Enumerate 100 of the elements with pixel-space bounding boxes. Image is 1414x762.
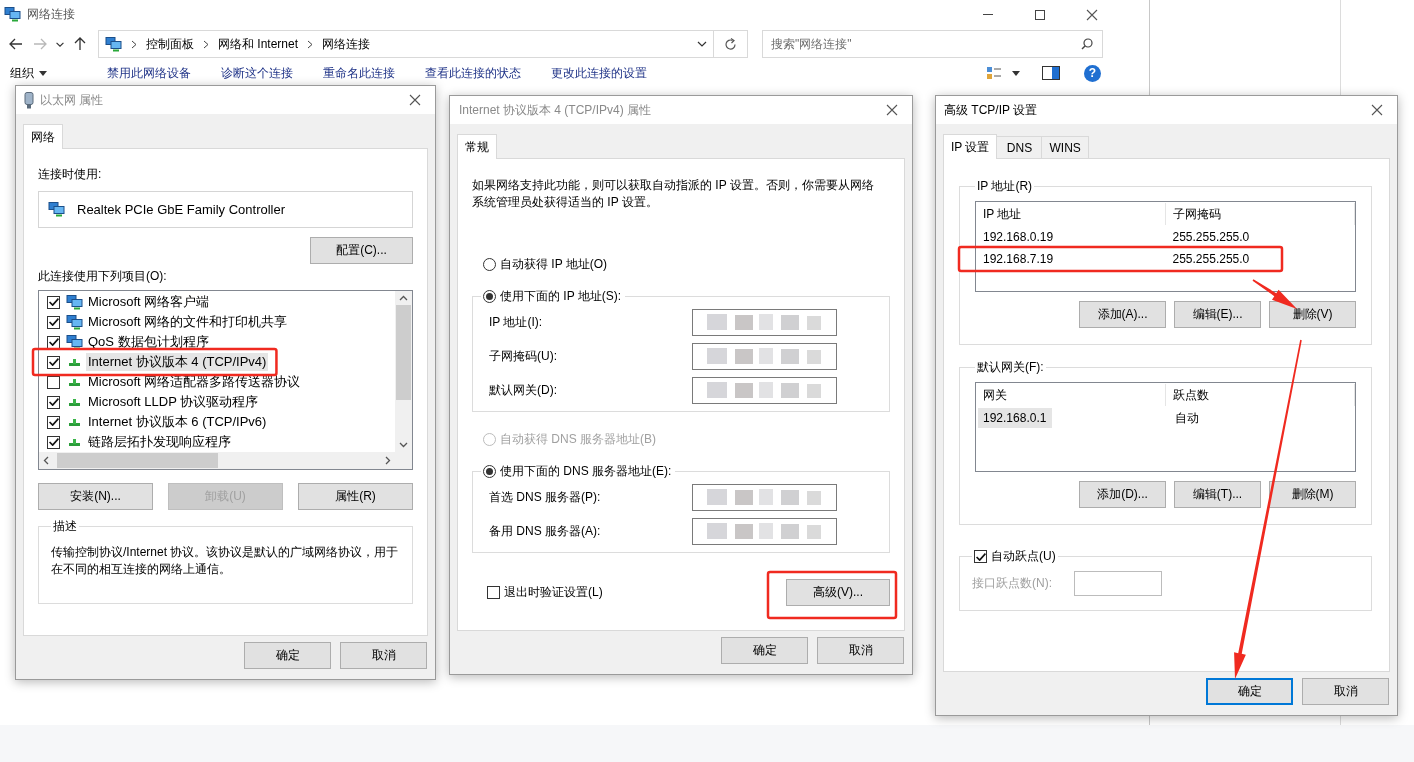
address-bar[interactable]: 控制面板 网络和 Internet 网络连接 <box>98 30 714 58</box>
checkbox[interactable] <box>487 586 500 599</box>
back-arrow-icon <box>9 38 23 50</box>
breadcrumb-separator-icon <box>307 39 314 49</box>
dialog-button[interactable]: 取消 <box>340 642 427 669</box>
checkmark-icon <box>48 418 59 426</box>
toolbar-menu[interactable]: 组织 <box>2 64 55 82</box>
checkbox[interactable] <box>47 435 60 449</box>
ip-address-field[interactable] <box>692 376 837 404</box>
checkbox[interactable] <box>47 335 60 349</box>
dialog-title: Internet 协议版本 4 (TCP/IPv4) 属性 <box>459 101 652 119</box>
horizontal-scrollbar[interactable] <box>39 452 395 469</box>
field-label: 子网掩码(U): <box>489 347 557 365</box>
breadcrumb-separator-icon <box>203 39 209 49</box>
action-button[interactable]: 属性(R) <box>298 483 413 510</box>
action-button[interactable]: 添加(D)... <box>1079 481 1166 508</box>
table-cell-text: 255.255.255.0 <box>1171 251 1251 268</box>
ip-address-field[interactable] <box>692 342 837 370</box>
search-icon <box>1081 38 1093 50</box>
action-button[interactable]: 编辑(E)... <box>1174 301 1261 328</box>
toolbar-button[interactable]: 禁用此网络设备 <box>99 64 199 82</box>
toolbar-button[interactable]: 诊断这个连接 <box>213 64 301 82</box>
column-header[interactable]: IP 地址 <box>976 203 1166 225</box>
ip-address-field[interactable] <box>692 517 837 545</box>
checkbox[interactable] <box>47 295 60 309</box>
breadcrumb[interactable]: 控制面板 <box>146 35 194 53</box>
dialog-button[interactable]: 取消 <box>817 637 904 664</box>
dialog-button[interactable]: 取消 <box>1302 678 1389 705</box>
view-options-icon[interactable] <box>986 66 1002 80</box>
checkbox[interactable] <box>47 315 60 329</box>
checkmark-icon <box>975 552 986 561</box>
ip-address-field[interactable] <box>692 308 837 336</box>
field-label: 默认网关(D): <box>489 381 557 399</box>
list-item[interactable]: Microsoft 网络适配器多路传送器协议 <box>86 373 303 391</box>
table-cell-text: 192.168.0.19 <box>982 229 1055 246</box>
checkmark-icon <box>48 298 59 306</box>
checkbox-label: 自动跃点(U) <box>991 548 1056 565</box>
list-item[interactable]: 链路层拓扑发现响应程序 <box>86 433 233 451</box>
caret-icon[interactable] <box>1012 70 1020 76</box>
list-item[interactable]: Internet 协议版本 6 (TCP/IPv6) <box>86 413 269 431</box>
adapter-name: Realtek PCIe GbE Family Controller <box>77 202 286 217</box>
list-item[interactable]: Microsoft 网络的文件和打印机共享 <box>86 313 290 331</box>
radio-button[interactable] <box>483 465 496 478</box>
protocol-icon <box>69 418 80 426</box>
configure-button[interactable]: 配置(C)... <box>310 237 413 264</box>
list-item[interactable]: Microsoft LLDP 协议驱动程序 <box>86 393 261 411</box>
checkbox[interactable] <box>47 415 60 429</box>
description-text: 传输控制协议/Internet 协议。该协议是默认的广域网络协议，用于在不同的相互连接的网络上通信。 <box>51 544 400 578</box>
refresh-button[interactable] <box>714 30 748 58</box>
computer-icon <box>66 334 83 350</box>
window-title: 网络连接 <box>27 6 75 23</box>
checkbox[interactable] <box>47 395 60 409</box>
action-button[interactable]: 删除(M) <box>1269 481 1356 508</box>
annotation-arrow <box>1252 279 1297 309</box>
dialog-button[interactable]: 确定 <box>1206 678 1293 705</box>
list-item[interactable]: QoS 数据包计划程序 <box>86 333 211 351</box>
checkbox[interactable] <box>47 355 60 369</box>
action-button[interactable]: 编辑(T)... <box>1174 481 1261 508</box>
group-title: IP 地址(R) <box>976 178 1034 195</box>
field-label: 接口跃点数(N): <box>972 575 1052 592</box>
action-button[interactable]: 删除(V) <box>1269 301 1356 328</box>
advanced-button[interactable]: 高级(V)... <box>786 579 890 606</box>
tab[interactable]: 常规 <box>457 134 497 159</box>
radio-button[interactable] <box>483 290 496 303</box>
list-item[interactable]: Internet 协议版本 4 (TCP/IPv4) <box>86 353 269 371</box>
computer-icon <box>66 294 83 310</box>
help-button[interactable]: ? <box>1084 64 1101 82</box>
refresh-icon <box>724 37 737 51</box>
dropdown-icon[interactable] <box>697 41 707 47</box>
dialog-button[interactable]: 确定 <box>244 642 331 669</box>
network-adapter-icon <box>24 91 34 109</box>
vertical-scrollbar[interactable] <box>395 291 412 452</box>
action-button[interactable]: 添加(A)... <box>1079 301 1166 328</box>
metric-field[interactable] <box>1074 571 1162 596</box>
checkmark-icon <box>48 398 59 406</box>
chevron-up-icon <box>399 294 408 303</box>
chevron-left-icon <box>42 456 51 465</box>
preview-pane-icon[interactable] <box>1042 66 1060 80</box>
breadcrumb[interactable]: 网络连接 <box>322 35 371 53</box>
close-icon <box>886 104 898 116</box>
action-button[interactable]: 安装(N)... <box>38 483 153 510</box>
toolbar-button[interactable]: 更改此连接的设置 <box>543 64 655 82</box>
ip-address-field[interactable] <box>692 483 837 511</box>
protocol-icon <box>69 358 80 366</box>
tab[interactable]: 网络 <box>23 124 63 149</box>
search-field[interactable]: 搜索"网络连接" <box>762 30 1103 58</box>
group-title: 默认网关(F): <box>976 359 1045 376</box>
tab[interactable]: IP 设置 <box>943 134 998 159</box>
intro-text: 如果网络支持此功能，则可以获取自动指派的 IP 设置。否则，你需要从网络系统管理员处获得适当的 IP 设置。 <box>472 177 875 211</box>
radio-button[interactable] <box>483 258 496 271</box>
column-header[interactable]: 网关 <box>976 384 1166 406</box>
breadcrumb[interactable]: 网络和 Internet <box>218 35 299 53</box>
checkbox-label: 退出时验证设置(L) <box>504 584 603 601</box>
toolbar-button[interactable]: 重命名此连接 <box>315 64 403 82</box>
tab[interactable]: WINS <box>1041 136 1089 158</box>
toolbar-button[interactable]: 查看此连接的状态 <box>417 64 529 82</box>
column-header[interactable]: 子网掩码 <box>1165 203 1355 225</box>
list-item[interactable]: Microsoft 网络客户端 <box>86 293 212 311</box>
checkbox[interactable] <box>974 550 987 563</box>
dialog-button[interactable]: 确定 <box>721 637 808 664</box>
